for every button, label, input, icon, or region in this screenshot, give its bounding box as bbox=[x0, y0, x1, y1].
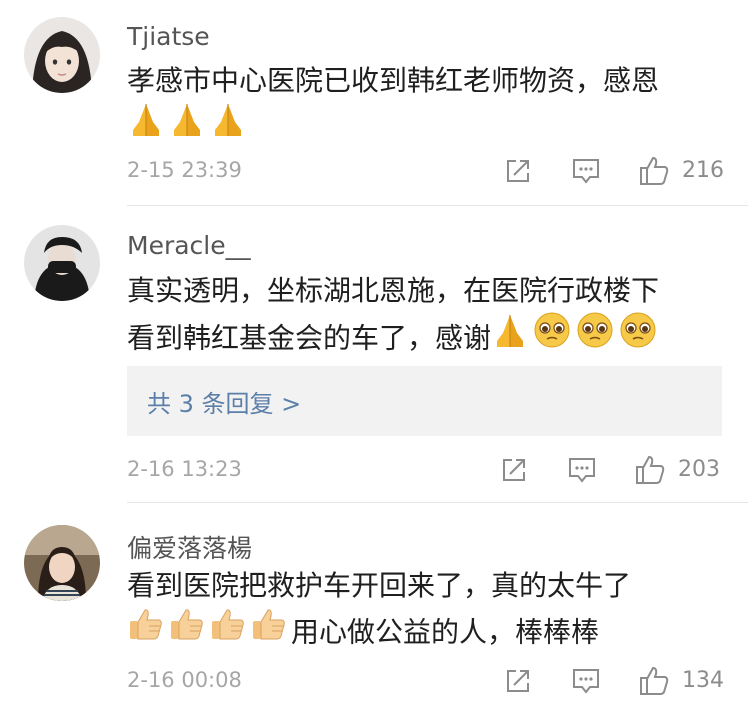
thumbs-up-emoji-icon bbox=[209, 605, 247, 656]
pleading-face-icon bbox=[575, 310, 615, 363]
comment-icon[interactable] bbox=[571, 667, 601, 695]
pleading-face-icon bbox=[618, 310, 658, 363]
share-icon[interactable] bbox=[500, 456, 528, 484]
avatar[interactable] bbox=[24, 525, 100, 601]
thumbs-up-icon[interactable] bbox=[638, 665, 670, 697]
like-count: 134 bbox=[682, 668, 724, 693]
comment-emoji-line bbox=[127, 103, 250, 154]
thumbs-up-emoji-icon bbox=[250, 605, 288, 656]
thumbs-up-emoji-icon bbox=[127, 605, 165, 656]
thumbs-up-emoji-icon bbox=[168, 605, 206, 656]
comment-item: Tjiatse 孝感市中心医院已收到韩红老师物资，感恩 2-15 23:39 2… bbox=[0, 0, 748, 206]
username[interactable]: Tjiatse bbox=[127, 22, 210, 51]
folded-hands-icon bbox=[491, 311, 529, 362]
comment-icon[interactable] bbox=[567, 456, 597, 484]
comment-text: 孝感市中心医院已收到韩红老师物资，感恩 bbox=[127, 64, 660, 97]
replies-box[interactable]: 共 3 条回复 > bbox=[127, 366, 722, 436]
share-icon[interactable] bbox=[504, 667, 532, 695]
comment-text-part: 用心做公益的人，棒棒棒 bbox=[291, 615, 600, 649]
comment-item: 偏爱落落楊 看到医院把救护车开回来了，真的太牛了 用心做公益的人，棒棒棒 2-1… bbox=[0, 503, 748, 711]
comment-text-line2: 用心做公益的人，棒棒棒 bbox=[127, 608, 599, 659]
comment-text: 看到医院把救护车开回来了，真的太牛了 bbox=[127, 569, 632, 602]
timestamp: 2-15 23:39 bbox=[127, 158, 242, 182]
folded-hands-icon bbox=[168, 100, 206, 151]
comment-text: 真实透明，坐标湖北恩施，在医院行政楼下 bbox=[127, 274, 660, 307]
timestamp: 2-16 13:23 bbox=[127, 457, 242, 481]
avatar[interactable] bbox=[24, 225, 100, 301]
folded-hands-icon bbox=[209, 100, 247, 151]
view-replies-link[interactable]: 共 3 条回复 > bbox=[147, 384, 301, 419]
thumbs-up-icon[interactable] bbox=[634, 454, 666, 486]
folded-hands-icon bbox=[127, 100, 165, 151]
like-count: 203 bbox=[678, 457, 720, 482]
like-count: 216 bbox=[682, 158, 724, 183]
timestamp: 2-16 00:08 bbox=[127, 668, 242, 692]
comment-icon[interactable] bbox=[571, 157, 601, 185]
comment-item: Meracle__ 真实透明，坐标湖北恩施，在医院行政楼下 看到韩红基金会的车了… bbox=[0, 206, 748, 503]
comment-text-line2: 看到韩红基金会的车了，感谢 bbox=[127, 310, 661, 366]
username[interactable]: 偏爱落落楊 bbox=[127, 529, 252, 565]
thumbs-up-icon[interactable] bbox=[638, 155, 670, 187]
avatar[interactable] bbox=[24, 17, 100, 93]
pleading-face-icon bbox=[532, 310, 572, 363]
comment-text-part: 看到韩红基金会的车了，感谢 bbox=[127, 321, 492, 355]
share-icon[interactable] bbox=[504, 157, 532, 185]
username[interactable]: Meracle__ bbox=[127, 231, 251, 260]
